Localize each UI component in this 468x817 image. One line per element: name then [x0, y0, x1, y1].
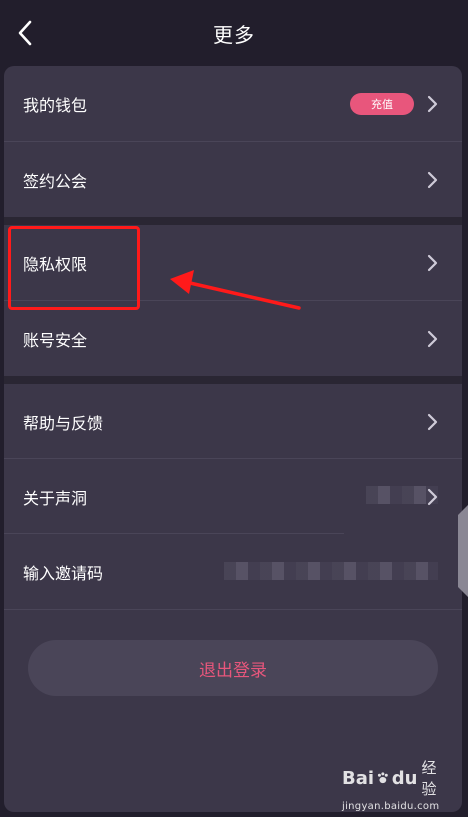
settings-card: 我的钱包 充值 签约公会 隐私权限 账号安全 帮助与反馈 关于声洞 输入邀请码 … [4, 66, 462, 812]
watermark-url: jingyan.baidu.com [342, 801, 440, 812]
chevron-right-icon [427, 254, 438, 271]
menu-item-label: 帮助与反馈 [23, 413, 104, 433]
chevron-left-icon [18, 20, 32, 46]
menu-item-about[interactable]: 关于声洞 [4, 459, 462, 534]
menu-item-security[interactable]: 账号安全 [4, 301, 462, 376]
back-button[interactable] [10, 16, 40, 50]
menu-item-help[interactable]: 帮助与反馈 [4, 384, 462, 459]
menu-item-label: 账号安全 [23, 330, 88, 350]
annotation-highlight-box [8, 226, 140, 310]
baidu-watermark: Bai du 经验 jingyan.baidu.com [342, 757, 442, 812]
more-settings-screen: 更多 我的钱包 充值 签约公会 隐私权限 账号安全 帮助与反馈 关于声洞 输入邀… [0, 0, 468, 817]
logout-button[interactable]: 退出登录 [28, 640, 438, 696]
side-drawer-handle[interactable] [456, 505, 468, 597]
chevron-right-icon [427, 330, 438, 347]
watermark-brand: Bai du 经验 [342, 759, 437, 798]
divider [4, 609, 462, 610]
menu-item-label: 我的钱包 [23, 95, 88, 115]
page-title: 更多 [213, 22, 255, 47]
chevron-right-icon [427, 171, 438, 188]
chevron-right-icon [427, 488, 438, 505]
section-gap [4, 217, 462, 225]
top-bar: 更多 [0, 0, 468, 66]
paw-icon [377, 772, 388, 784]
menu-item-wallet[interactable]: 我的钱包 充值 [4, 66, 462, 141]
section-gap [4, 376, 462, 384]
menu-item-invite[interactable]: 输入邀请码 [4, 534, 462, 609]
chevron-right-icon [427, 413, 438, 430]
menu-item-label: 签约公会 [23, 171, 88, 191]
menu-item-label: 输入邀请码 [23, 563, 104, 583]
annotation-arrow-icon [170, 270, 301, 310]
recharge-badge[interactable]: 充值 [350, 92, 414, 115]
invite-code-blurred [224, 562, 438, 580]
menu-item-label: 关于声洞 [23, 488, 88, 508]
chevron-right-icon [427, 95, 438, 112]
menu-item-guild[interactable]: 签约公会 [4, 142, 462, 217]
